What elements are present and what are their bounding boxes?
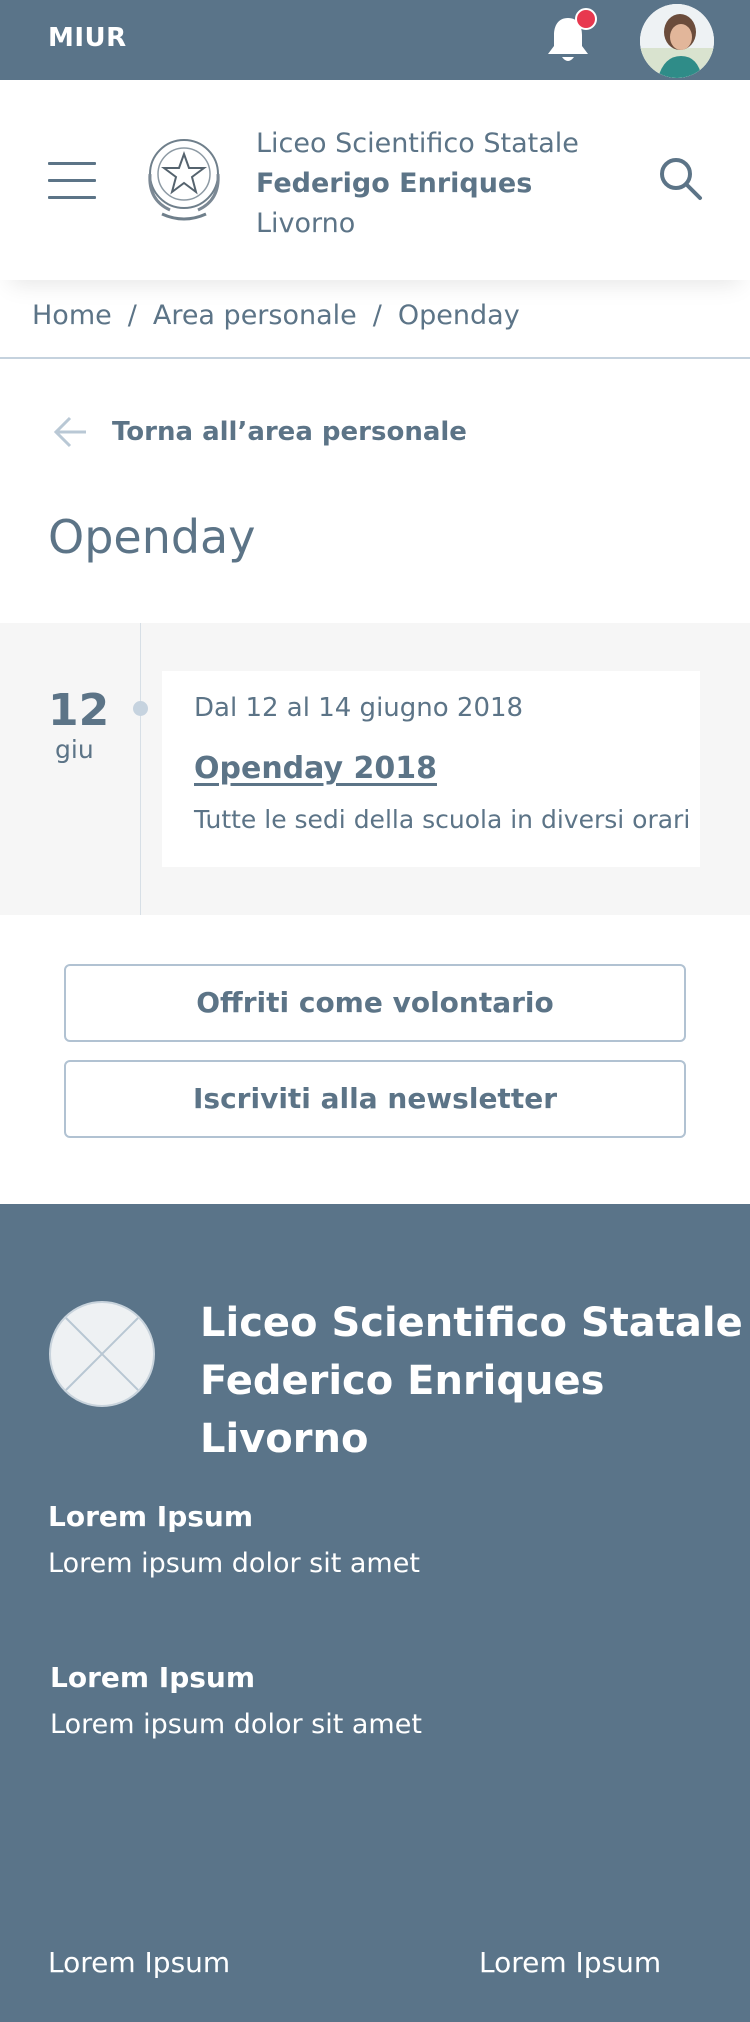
- event-card: Dal 12 al 14 giugno 2018 Openday 2018 Tu…: [162, 671, 700, 867]
- event-description: Tutte le sedi della scuola in diversi or…: [194, 805, 691, 834]
- search-icon[interactable]: [656, 154, 706, 204]
- timeline-line: [140, 623, 141, 915]
- back-link[interactable]: Torna all’area personale: [52, 412, 467, 452]
- page-title: Openday: [48, 510, 256, 564]
- event-dates: Dal 12 al 14 giugno 2018: [194, 693, 524, 723]
- breadcrumb-separator: /: [127, 300, 137, 331]
- school-name[interactable]: Liceo Scientifico Statale Federigo Enriq…: [256, 124, 579, 244]
- school-name-line3: Livorno: [256, 208, 356, 239]
- breadcrumb: Home / Area personale / Openday: [32, 300, 520, 331]
- logo-placeholder-icon: [49, 1301, 155, 1407]
- event-timeline: 12 giu Dal 12 al 14 giugno 2018 Openday …: [0, 623, 750, 915]
- event-title-link[interactable]: Openday 2018: [194, 751, 437, 786]
- miur-brand[interactable]: MIUR: [48, 23, 127, 53]
- hamburger-menu-icon[interactable]: [48, 162, 96, 200]
- notification-badge: [575, 8, 597, 30]
- breadcrumb-area[interactable]: Area personale: [153, 300, 357, 331]
- avatar[interactable]: [640, 4, 714, 78]
- italian-republic-emblem: [148, 139, 220, 221]
- footer-heading: Lorem Ipsum: [48, 1500, 254, 1533]
- footer-heading: Lorem Ipsum: [50, 1661, 256, 1694]
- footer-link[interactable]: Lorem Ipsum: [479, 1946, 661, 1979]
- footer-text: Lorem ipsum dolor sit amet: [48, 1548, 420, 1579]
- timeline-dot: [133, 701, 148, 716]
- footer-school-line3: Livorno: [200, 1416, 369, 1462]
- arrow-left-icon: [53, 416, 86, 448]
- top-bar: MIUR: [0, 0, 750, 80]
- event-month: giu: [55, 735, 94, 764]
- breadcrumb-home[interactable]: Home: [32, 300, 112, 331]
- footer-school-name: Liceo Scientifico Statale Federico Enriq…: [200, 1294, 743, 1468]
- school-name-line1: Liceo Scientifico Statale: [256, 128, 579, 159]
- divider: [0, 357, 750, 359]
- footer-school-line1: Liceo Scientifico Statale: [200, 1300, 743, 1346]
- back-link-label: Torna all’area personale: [112, 417, 467, 447]
- newsletter-button[interactable]: Iscriviti alla newsletter: [64, 1060, 686, 1138]
- site-header: Liceo Scientifico Statale Federigo Enriq…: [0, 80, 750, 280]
- event-day: 12: [48, 685, 110, 736]
- site-footer: Liceo Scientifico Statale Federico Enriq…: [0, 1204, 750, 2022]
- footer-school-line2: Federico Enriques: [200, 1358, 605, 1404]
- volunteer-button[interactable]: Offriti come volontario: [64, 964, 686, 1042]
- footer-link[interactable]: Lorem Ipsum: [48, 1946, 230, 1979]
- footer-text: Lorem ipsum dolor sit amet: [50, 1709, 422, 1740]
- school-name-line2: Federigo Enriques: [256, 168, 533, 199]
- breadcrumb-current: Openday: [397, 300, 520, 331]
- breadcrumb-separator: /: [372, 300, 382, 331]
